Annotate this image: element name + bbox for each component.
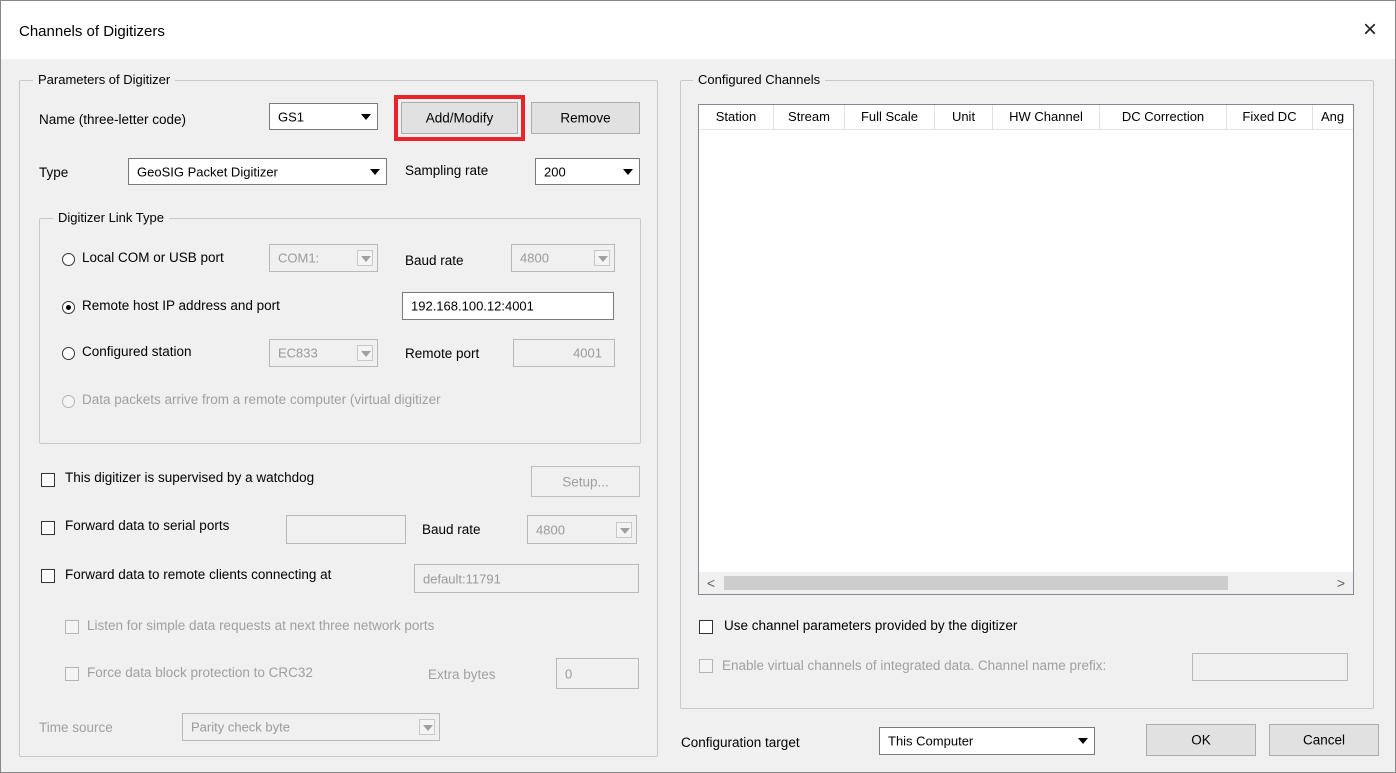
column-dc-correction[interactable]: DC Correction (1100, 105, 1227, 129)
remote-port-value: 4001 (573, 345, 602, 361)
link-type-legend: Digitizer Link Type (53, 210, 169, 225)
column-angle[interactable]: Ang (1313, 105, 1353, 129)
chevron-down-icon (619, 164, 635, 180)
ip-address-value: 192.168.100.12:4001 (411, 298, 534, 314)
scroll-right-icon[interactable]: > (1332, 574, 1350, 592)
scroll-thumb[interactable] (724, 576, 1228, 590)
chevron-down-icon (1074, 733, 1090, 749)
forward-remote-label: Forward data to remote clients connectin… (65, 567, 332, 582)
channel-prefix-input[interactable] (1192, 653, 1348, 681)
configuration-target-value: This Computer (888, 733, 974, 749)
com-port-combo[interactable]: COM1: (269, 244, 378, 272)
type-value: GeoSIG Packet Digitizer (137, 164, 278, 179)
listen-checkbox[interactable] (65, 620, 79, 634)
chevron-down-icon (366, 164, 382, 180)
sampling-rate-value: 200 (544, 164, 566, 179)
extra-bytes-label: Extra bytes (428, 667, 496, 682)
dialog-window: Channels of Digitizers × Parameters of D… (0, 0, 1396, 773)
configuration-target-combo[interactable]: This Computer (879, 727, 1095, 755)
watchdog-checkbox[interactable] (41, 473, 55, 487)
virtual-digitizer-label: Data packets arrive from a remote comput… (82, 392, 441, 407)
type-label: Type (39, 165, 69, 180)
chevron-down-icon (616, 521, 632, 538)
use-channel-params-checkbox[interactable] (699, 620, 713, 634)
chevron-down-icon (357, 345, 373, 361)
time-source-combo[interactable]: Parity check byte (182, 713, 440, 741)
name-value: GS1 (278, 109, 305, 124)
chevron-down-icon (357, 109, 373, 125)
name-label: Name (three-letter code) (39, 112, 187, 127)
forward-remote-checkbox[interactable] (41, 569, 55, 583)
type-combo[interactable]: GeoSIG Packet Digitizer (128, 158, 387, 185)
forward-serial-checkbox[interactable] (41, 521, 55, 535)
horizontal-scrollbar[interactable]: < > (699, 572, 1353, 594)
time-source-label: Time source (39, 720, 113, 735)
forward-baud-value: 4800 (536, 522, 565, 537)
channels-header: Station Stream Full Scale Unit HW Channe… (699, 105, 1353, 130)
chevron-down-icon (419, 719, 435, 735)
parameters-legend: Parameters of Digitizer (33, 72, 176, 87)
name-combo[interactable]: GS1 (269, 103, 378, 130)
extra-bytes-input[interactable]: 0 (556, 658, 639, 689)
column-stream[interactable]: Stream (774, 105, 845, 129)
watchdog-label: This digitizer is supervised by a watchd… (65, 470, 315, 485)
baud-rate-combo[interactable]: 4800 (511, 244, 615, 272)
channels-list[interactable]: Station Stream Full Scale Unit HW Channe… (698, 104, 1354, 595)
configured-station-radio[interactable] (62, 347, 75, 360)
forward-serial-label: Forward data to serial ports (65, 518, 230, 533)
chevron-down-icon (357, 250, 373, 266)
com-port-value: COM1: (278, 250, 320, 266)
local-com-radio[interactable] (62, 253, 75, 266)
remote-host-label: Remote host IP address and port (82, 298, 280, 313)
use-channel-params-label: Use channel parameters provided by the d… (724, 618, 1018, 633)
scroll-left-icon[interactable]: < (702, 574, 720, 592)
cancel-button[interactable]: Cancel (1269, 724, 1379, 756)
remove-button[interactable]: Remove (531, 102, 640, 134)
extra-bytes-value: 0 (565, 666, 573, 681)
local-com-label: Local COM or USB port (82, 250, 224, 265)
remote-port-label: Remote port (405, 346, 480, 361)
setup-button[interactable]: Setup... (531, 466, 640, 497)
column-full-scale[interactable]: Full Scale (845, 105, 935, 129)
virtual-digitizer-radio[interactable] (62, 395, 75, 408)
virtual-channels-checkbox[interactable] (699, 659, 713, 673)
baud-rate-label: Baud rate (405, 253, 464, 268)
column-fixed-dc[interactable]: Fixed DC (1227, 105, 1313, 129)
forward-baud-combo[interactable]: 4800 (527, 515, 637, 544)
window-title: Channels of Digitizers (19, 23, 165, 40)
column-station[interactable]: Station (699, 105, 774, 129)
highlight-box (394, 95, 525, 141)
column-hw-channel[interactable]: HW Channel (993, 105, 1100, 129)
time-source-value: Parity check byte (191, 719, 290, 735)
sampling-rate-combo[interactable]: 200 (535, 158, 640, 185)
ip-address-input[interactable]: 192.168.100.12:4001 (402, 292, 614, 320)
column-unit[interactable]: Unit (935, 105, 993, 129)
remote-port-input[interactable]: 4001 (513, 339, 615, 367)
configured-channels-legend: Configured Channels (693, 72, 826, 87)
sampling-rate-label: Sampling rate (405, 163, 489, 178)
close-icon[interactable]: × (1353, 13, 1387, 47)
station-combo[interactable]: EC833 (269, 339, 378, 367)
forward-remote-value: default:11791 (423, 571, 501, 586)
virtual-channels-label: Enable virtual channels of integrated da… (722, 658, 1107, 673)
station-value: EC833 (278, 345, 318, 361)
crc-checkbox[interactable] (65, 667, 79, 681)
crc-label: Force data block protection to CRC32 (87, 665, 313, 680)
configured-station-label: Configured station (82, 344, 192, 359)
baud-rate-value: 4800 (520, 250, 549, 266)
title-bar: Channels of Digitizers × (1, 1, 1395, 59)
remote-host-radio[interactable] (62, 301, 75, 314)
serial-ports-input[interactable] (286, 515, 406, 544)
listen-label: Listen for simple data requests at next … (87, 618, 435, 633)
forward-remote-input[interactable]: default:11791 (414, 564, 639, 593)
forward-baud-label: Baud rate (422, 522, 481, 537)
configuration-target-label: Configuration target (681, 735, 800, 750)
ok-button[interactable]: OK (1146, 724, 1256, 756)
chevron-down-icon (594, 250, 610, 266)
